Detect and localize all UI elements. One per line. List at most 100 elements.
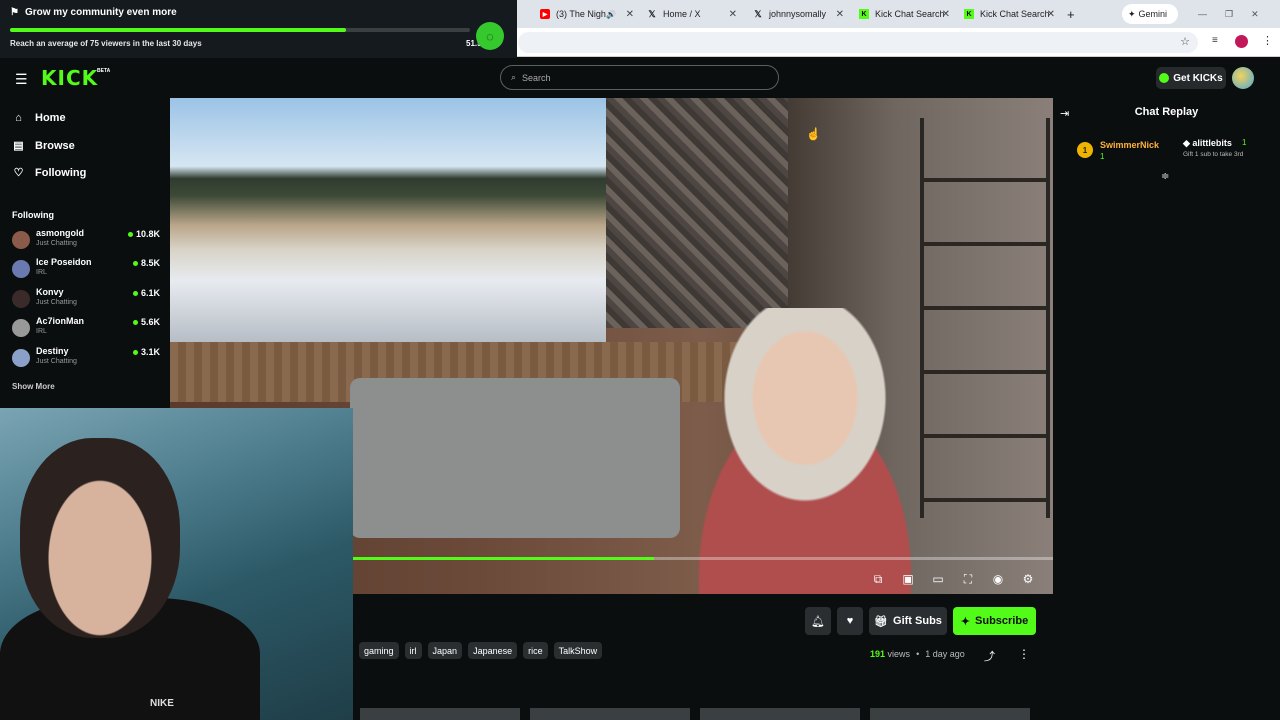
live-dot-icon <box>132 349 138 355</box>
bell-icon: 🔔︎ <box>811 615 825 628</box>
webcam-person-head <box>20 438 180 638</box>
avatar[interactable] <box>1232 67 1254 89</box>
sidebar-item-label: Browse <box>35 139 75 152</box>
tab-label: Home / X <box>663 9 701 19</box>
gift-subs-label: Gift Subs <box>893 615 942 627</box>
browser-tab[interactable]: 𝕏 johnnysomally ✕ <box>753 4 844 24</box>
browser-tab[interactable]: K Kick Chat Search ✕ <box>964 4 1055 24</box>
channel-actions: 🔔︎ ♥ 🎁︎ Gift Subs ✦ Subscribe <box>805 607 1036 635</box>
viewer-count: 10.8K <box>127 229 160 239</box>
theater-mode-icon[interactable]: ▭ <box>930 572 946 586</box>
playback-icon[interactable]: ◉ <box>990 572 1006 586</box>
top-gifter[interactable]: ◆ alittlebits <box>1183 138 1232 149</box>
close-icon[interactable]: ✕ <box>729 9 737 20</box>
address-bar[interactable]: ☆ <box>518 32 1198 53</box>
vod-thumbnail[interactable] <box>870 708 1030 720</box>
tab-label: Kick Chat Search <box>875 9 945 19</box>
star-icon: ✦ <box>960 615 971 628</box>
video-controls: ⧉ ▣ ▭ ⛶ ◉ ⚙ <box>870 572 1036 586</box>
browser-tab[interactable]: 𝕏 Home / X ✕ <box>647 4 737 24</box>
x-icon: 𝕏 <box>754 8 762 19</box>
followed-channel[interactable]: Ac7ionMan IRL 5.6K <box>12 316 160 342</box>
gemini-button[interactable]: ✦ Gemini <box>1122 4 1178 24</box>
avatar <box>12 260 30 278</box>
browser-tab[interactable]: ▶ (3) The Nigh 🔊 ✕ <box>540 4 634 24</box>
viewer-count-text: 8.5K <box>140 258 160 268</box>
browser-tab[interactable]: K Kick Chat Search ✕ <box>859 4 950 24</box>
browser-menu-icon[interactable]: ⋮ <box>1262 34 1273 47</box>
video-progress-fill <box>353 557 654 560</box>
fullscreen-icon[interactable]: ⛶ <box>960 572 976 586</box>
sidebar-item-browse[interactable]: ▤ Browse <box>12 139 75 153</box>
followed-channel[interactable]: asmongold Just Chatting 10.8K <box>12 228 160 254</box>
sidebar-item-following[interactable]: ♡ Following <box>12 166 87 180</box>
tag[interactable]: irl <box>404 642 422 659</box>
settings-gear-icon[interactable]: ⚙ <box>1020 572 1036 586</box>
share-icon[interactable]: ⤴ <box>984 648 995 664</box>
channel-name: Ice Poseidon <box>36 257 92 267</box>
views-label: views <box>887 649 911 659</box>
get-kicks-button[interactable]: Get KICKs <box>1156 67 1226 89</box>
sidebar-item-home[interactable]: ⌂ Home <box>12 112 66 124</box>
mouse-cursor-icon: ☝ <box>806 127 821 141</box>
collapse-chat-icon[interactable]: ⇥ <box>1060 107 1069 120</box>
channel-name: Ac7ionMan <box>36 316 85 326</box>
clip-icon[interactable]: ▣ <box>900 572 916 586</box>
media-control-icon[interactable]: ≡ <box>1212 35 1218 46</box>
tag[interactable]: Japan <box>427 642 463 659</box>
show-more-link[interactable]: Show More <box>12 382 55 391</box>
vod-thumbnail[interactable] <box>700 708 860 720</box>
video-progress-bar[interactable] <box>353 557 1053 560</box>
viewer-count: 5.6K <box>132 317 160 327</box>
close-icon[interactable]: ✕ <box>1047 9 1055 20</box>
video-couch <box>350 378 680 538</box>
live-dot-icon <box>132 319 138 325</box>
followed-channel[interactable]: Konvy Just Chatting 6.1K <box>12 287 160 313</box>
vod-thumbnail[interactable] <box>530 708 690 720</box>
gemini-icon: ✦ <box>1128 8 1136 19</box>
more-options-icon[interactable]: ⋮ <box>1018 647 1030 661</box>
goal-kick-icon: ◌ <box>476 22 504 50</box>
gift-subs-button[interactable]: 🎁︎ Gift Subs <box>869 607 947 635</box>
notification-bell-button[interactable]: 🔔︎ <box>805 607 831 635</box>
tab-label: Kick Chat Search <box>980 9 1050 19</box>
vod-thumbnail[interactable] <box>360 708 520 720</box>
menu-icon[interactable]: ☰ <box>15 71 28 88</box>
close-icon[interactable]: ✕ <box>942 9 950 20</box>
tag[interactable]: rice <box>523 642 548 659</box>
subscribe-label: Subscribe <box>975 615 1029 627</box>
minimize-icon[interactable]: — <box>1198 9 1207 19</box>
close-icon[interactable]: ✕ <box>836 9 844 20</box>
channel-name: Destiny <box>36 346 69 356</box>
expand-leaderboard-icon[interactable]: ≑ <box>1161 171 1169 182</box>
goal-overlay: ⚑ Grow my community even more Reach an a… <box>0 0 517 60</box>
tag[interactable]: gaming <box>359 642 399 659</box>
followed-channel[interactable]: Ice Poseidon IRL 8.5K <box>12 257 160 283</box>
viewer-count-text: 10.8K <box>135 229 160 239</box>
follow-button[interactable]: ♥ <box>837 607 863 635</box>
viewer-count-text: 5.6K <box>140 317 160 327</box>
gemini-label: Gemini <box>1138 9 1168 19</box>
viewer-count: 3.1K <box>132 347 160 357</box>
sidebar-item-label: Home <box>35 112 66 124</box>
tag[interactable]: TalkShow <box>553 642 603 659</box>
new-tab-button[interactable]: + <box>1067 4 1079 24</box>
miniplayer-icon[interactable]: ⧉ <box>870 572 886 586</box>
close-window-icon[interactable]: ✕ <box>1251 9 1259 20</box>
top-supporter-name[interactable]: SwimmerNick <box>1100 140 1159 150</box>
search-input[interactable]: ⌕ Search <box>500 65 779 90</box>
gift-icon: 🎁︎ <box>874 615 889 628</box>
followed-channel[interactable]: Destiny Just Chatting 3.1K <box>12 346 160 372</box>
bookmark-star-icon[interactable]: ☆ <box>1180 35 1190 48</box>
maximize-icon[interactable]: ❐ <box>1225 9 1233 20</box>
tag[interactable]: Japanese <box>468 642 518 659</box>
profile-icon[interactable] <box>1235 35 1248 48</box>
close-icon[interactable]: ✕ <box>626 9 634 20</box>
heart-icon: ♡ <box>13 167 24 179</box>
chat-panel: Chat Replay ⇥ 1 SwimmerNick 1 ◆ alittleb… <box>1053 98 1280 720</box>
kick-logo[interactable]: KICK <box>41 66 98 90</box>
youtube-icon: ▶ <box>540 9 550 19</box>
tab-audio-icon[interactable]: 🔊 <box>606 10 616 19</box>
subscribe-button[interactable]: ✦ Subscribe <box>953 607 1036 635</box>
rank-badge: 1 <box>1077 142 1093 158</box>
